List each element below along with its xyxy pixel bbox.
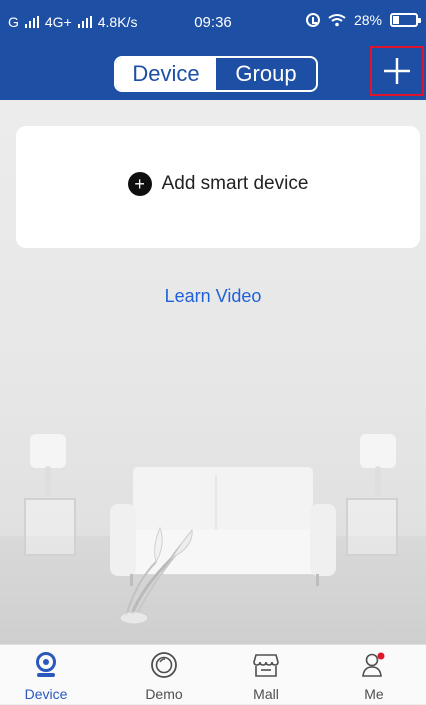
lamp-left-shade bbox=[30, 434, 66, 468]
side-table-right bbox=[346, 498, 398, 556]
add-smart-device-button[interactable]: + Add smart device bbox=[16, 172, 420, 196]
side-table-left bbox=[24, 498, 76, 556]
app: G 4G+ 4.8K/s 09:36 28% Device Group + Ad… bbox=[0, 0, 426, 704]
tab-device-label: Device bbox=[24, 686, 68, 702]
tab-device[interactable]: Device bbox=[11, 645, 81, 705]
tab-me[interactable]: Me bbox=[339, 645, 409, 705]
plus-icon bbox=[384, 58, 410, 84]
person-icon bbox=[362, 652, 385, 677]
lamp-right-shade bbox=[360, 434, 396, 468]
lamp-right-stem bbox=[375, 466, 381, 496]
sofa-arm-right bbox=[310, 504, 336, 576]
tab-mall-label: Mall bbox=[253, 686, 279, 702]
wifi-icon bbox=[328, 13, 346, 27]
battery-icon bbox=[390, 13, 421, 27]
status-bar: G 4G+ 4.8K/s 09:36 28% bbox=[0, 0, 426, 44]
bottom-tab-bar: Device Demo Mall Me bbox=[0, 644, 426, 704]
battery-percent: 28% bbox=[353, 12, 382, 28]
app-header: G 4G+ 4.8K/s 09:36 28% Device Group bbox=[0, 0, 426, 100]
battery-fill bbox=[393, 16, 399, 24]
tab-mall[interactable]: Mall bbox=[231, 645, 301, 705]
tab-demo-label: Demo bbox=[145, 686, 183, 702]
lamp-left-stem bbox=[45, 466, 51, 496]
add-button[interactable] bbox=[370, 46, 424, 96]
flower-vase bbox=[119, 526, 193, 625]
alarm-icon bbox=[305, 13, 320, 27]
segment-tab-group[interactable]: Group bbox=[216, 58, 316, 90]
tab-demo[interactable]: Demo bbox=[129, 645, 199, 705]
lens-icon bbox=[151, 652, 177, 678]
status-right: 28% bbox=[305, 12, 421, 28]
notification-dot bbox=[377, 652, 385, 660]
main-content: + Add smart device Learn Video bbox=[0, 100, 426, 644]
add-device-card: + Add smart device bbox=[16, 126, 420, 248]
learn-video-link[interactable]: Learn Video bbox=[0, 286, 426, 307]
tab-me-label: Me bbox=[364, 686, 384, 702]
plus-circle-icon: + bbox=[127, 172, 152, 196]
segment-tab-device[interactable]: Device bbox=[116, 58, 216, 90]
camera-icon bbox=[36, 652, 56, 677]
sofa-leg bbox=[316, 574, 319, 586]
store-icon bbox=[253, 654, 279, 677]
add-smart-device-label: Add smart device bbox=[161, 173, 309, 194]
device-group-segment: Device Group bbox=[114, 56, 318, 92]
